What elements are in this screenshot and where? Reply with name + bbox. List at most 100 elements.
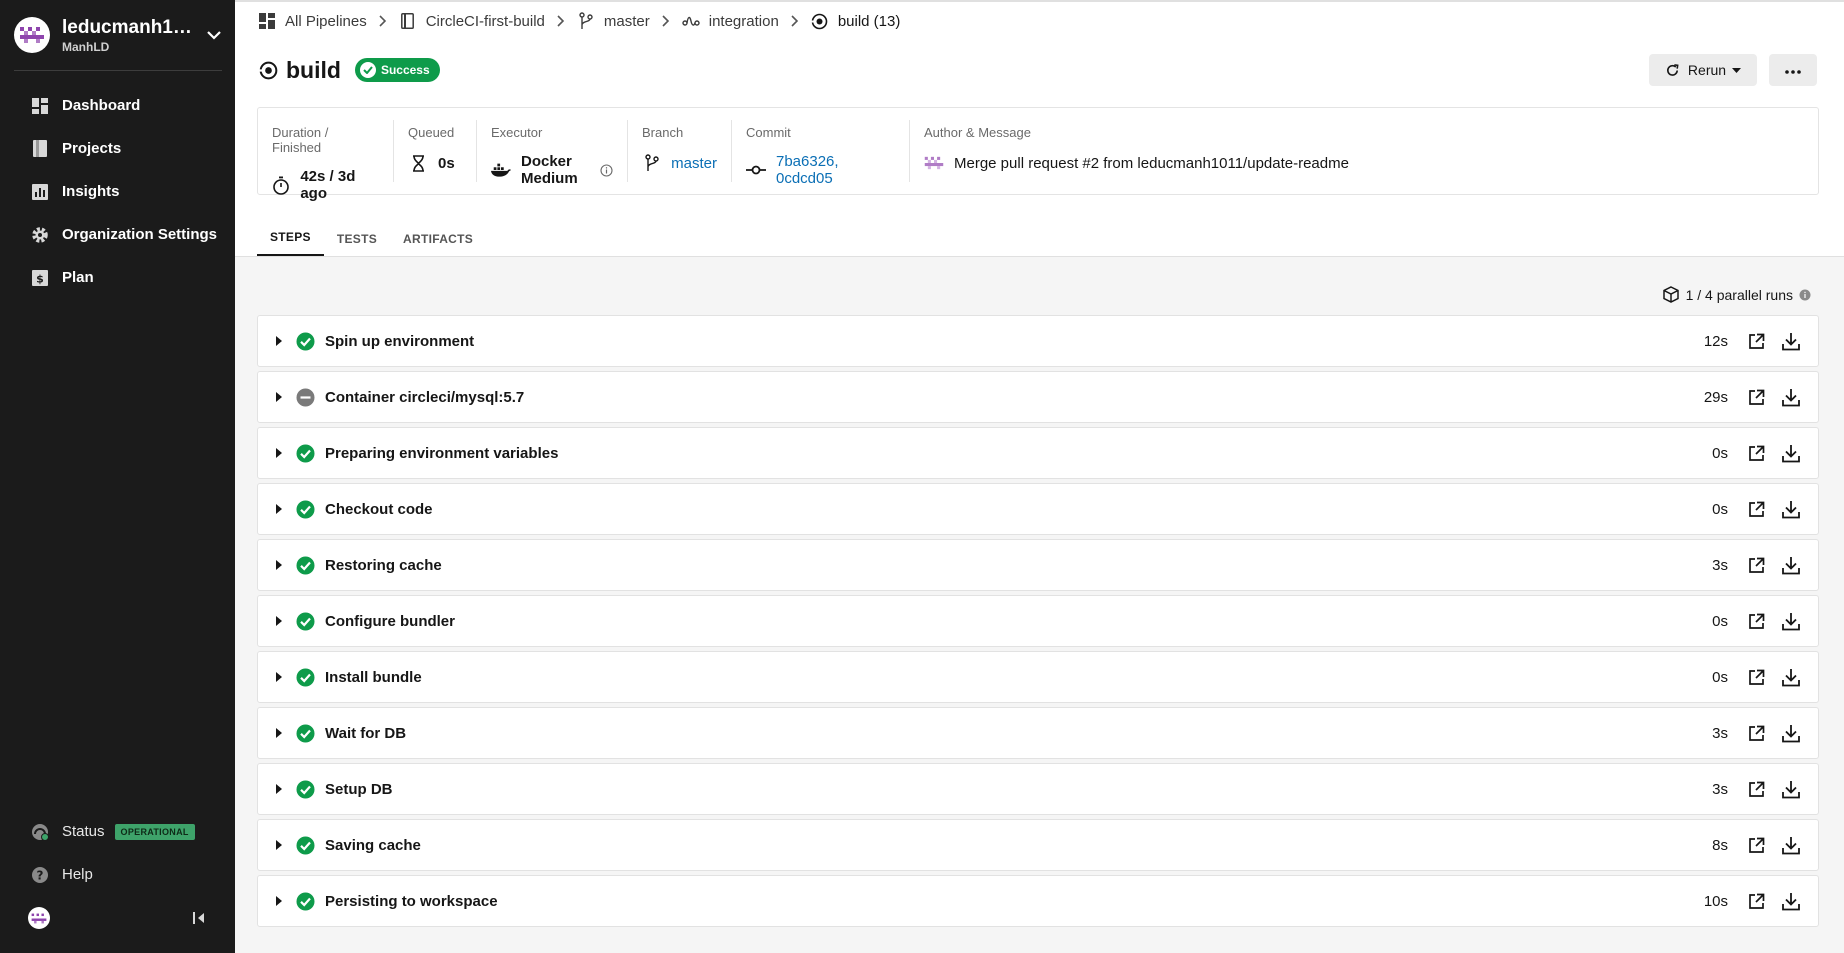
chevron-down-icon[interactable] — [204, 25, 224, 45]
download-icon[interactable] — [1780, 610, 1802, 632]
branch-icon — [577, 12, 595, 30]
open-external-icon[interactable] — [1746, 331, 1766, 351]
step-row[interactable]: Configure bundler 0s — [257, 595, 1819, 647]
open-external-icon[interactable] — [1746, 723, 1766, 743]
open-external-icon[interactable] — [1746, 779, 1766, 799]
sidebar-item-insights[interactable]: Insights — [0, 170, 235, 213]
status-badge: Success — [354, 58, 440, 82]
open-external-icon[interactable] — [1746, 499, 1766, 519]
collapse-sidebar-icon[interactable] — [190, 909, 208, 927]
refresh-icon — [1665, 63, 1680, 78]
expand-caret-icon[interactable] — [273, 448, 285, 458]
breadcrumb-project[interactable]: CircleCI-first-build — [399, 12, 545, 30]
expand-caret-icon[interactable] — [273, 784, 285, 794]
open-external-icon[interactable] — [1746, 835, 1766, 855]
user-avatar[interactable] — [28, 907, 50, 929]
sidebar-item-label: Insights — [62, 183, 120, 200]
success-check-icon — [295, 331, 315, 351]
open-external-icon[interactable] — [1746, 611, 1766, 631]
breadcrumb-branch[interactable]: master — [577, 12, 650, 30]
tab-steps[interactable]: STEPS — [257, 220, 324, 257]
job-header: build Success — [258, 54, 440, 86]
job-tabs: STEPS TESTS ARTIFACTS — [257, 220, 486, 257]
step-name: Preparing environment variables — [325, 444, 559, 462]
download-icon[interactable] — [1780, 834, 1802, 856]
breadcrumb-workflow[interactable]: integration — [682, 12, 779, 30]
open-external-icon[interactable] — [1746, 387, 1766, 407]
sidebar-item-dashboard[interactable]: Dashboard — [0, 84, 235, 127]
breadcrumb-job[interactable]: build (13) — [811, 12, 900, 30]
step-duration: 3s — [1712, 556, 1728, 574]
expand-caret-icon[interactable] — [273, 560, 285, 570]
expand-caret-icon[interactable] — [273, 392, 285, 402]
step-duration: 0s — [1712, 612, 1728, 630]
tab-artifacts[interactable]: ARTIFACTS — [390, 220, 486, 257]
help-link[interactable]: ? Help — [0, 853, 235, 896]
page-title: build — [286, 56, 341, 83]
step-row[interactable]: Preparing environment variables 0s — [257, 427, 1819, 479]
chevron-right-icon — [557, 15, 565, 27]
open-external-icon[interactable] — [1746, 667, 1766, 687]
success-check-icon — [295, 779, 315, 799]
sidebar-divider — [14, 70, 222, 71]
download-icon[interactable] — [1780, 442, 1802, 464]
download-icon[interactable] — [1780, 330, 1802, 352]
expand-caret-icon[interactable] — [273, 504, 285, 514]
parallel-runs-selector[interactable]: 1 / 4 parallel runs — [1662, 286, 1811, 303]
open-external-icon[interactable] — [1746, 891, 1766, 911]
sidebar-item-plan[interactable]: $ Plan — [0, 256, 235, 299]
download-icon[interactable] — [1780, 890, 1802, 912]
info-icon[interactable] — [1799, 289, 1811, 301]
org-switcher[interactable]: leducmanh10... ManhLD — [14, 14, 224, 56]
step-row[interactable]: Setup DB 3s — [257, 763, 1819, 815]
expand-caret-icon[interactable] — [273, 672, 285, 682]
step-duration: 8s — [1712, 836, 1728, 854]
expand-caret-icon[interactable] — [273, 616, 285, 626]
step-name: Setup DB — [325, 780, 393, 798]
breadcrumb: All Pipelines CircleCI-first-build maste… — [258, 10, 900, 32]
sidebar-item-label: Plan — [62, 269, 94, 286]
job-icon — [811, 12, 829, 30]
expand-caret-icon[interactable] — [273, 728, 285, 738]
sidebar-item-organization-settings[interactable]: Organization Settings — [0, 213, 235, 256]
expand-caret-icon[interactable] — [273, 336, 285, 346]
step-name: Restoring cache — [325, 556, 442, 574]
download-icon[interactable] — [1780, 554, 1802, 576]
pipelines-icon — [258, 12, 276, 30]
tab-tests[interactable]: TESTS — [324, 220, 390, 257]
success-check-icon — [295, 891, 315, 911]
expand-caret-icon[interactable] — [273, 896, 285, 906]
breadcrumb-all-pipelines[interactable]: All Pipelines — [258, 12, 367, 30]
open-external-icon[interactable] — [1746, 443, 1766, 463]
expand-caret-icon[interactable] — [273, 840, 285, 850]
info-icon[interactable] — [600, 163, 613, 177]
step-row[interactable]: Checkout code 0s — [257, 483, 1819, 535]
open-external-icon[interactable] — [1746, 555, 1766, 575]
step-row[interactable]: Saving cache 8s — [257, 819, 1819, 871]
commit-link[interactable]: 7ba6326, 0cdcd05 — [776, 153, 895, 187]
step-row[interactable]: Container circleci/mysql:5.7 29s — [257, 371, 1819, 423]
gear-icon — [30, 225, 50, 245]
branch-icon — [642, 153, 661, 173]
sidebar-nav: Dashboard Projects Insights Organization… — [0, 84, 235, 299]
sidebar-item-projects[interactable]: Projects — [0, 127, 235, 170]
download-icon[interactable] — [1780, 498, 1802, 520]
rerun-button[interactable]: Rerun — [1649, 54, 1757, 86]
step-row[interactable]: Persisting to workspace 10s — [257, 875, 1819, 927]
success-check-icon — [295, 835, 315, 855]
step-row[interactable]: Spin up environment 12s — [257, 315, 1819, 367]
project-icon — [399, 12, 417, 30]
download-icon[interactable] — [1780, 722, 1802, 744]
commit-label: Commit — [746, 125, 791, 140]
step-row[interactable]: Install bundle 0s — [257, 651, 1819, 703]
download-icon[interactable] — [1780, 386, 1802, 408]
download-icon[interactable] — [1780, 778, 1802, 800]
commit-message: Merge pull request #2 from leducmanh1011… — [954, 154, 1349, 172]
download-icon[interactable] — [1780, 666, 1802, 688]
step-row[interactable]: Wait for DB 3s — [257, 707, 1819, 759]
step-row[interactable]: Restoring cache 3s — [257, 539, 1819, 591]
status-link[interactable]: Status OPERATIONAL — [0, 810, 235, 853]
branch-link[interactable]: master — [671, 155, 717, 172]
more-actions-button[interactable] — [1769, 54, 1817, 86]
sidebar-item-label: Projects — [62, 140, 122, 157]
